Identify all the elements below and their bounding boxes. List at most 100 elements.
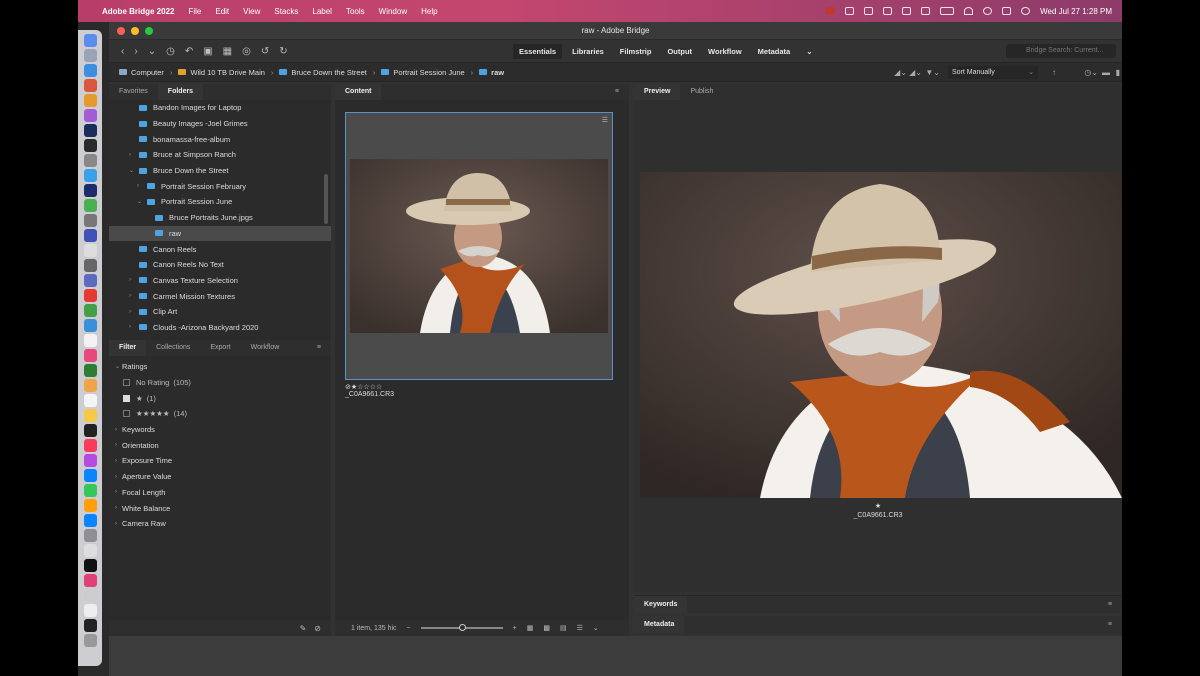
siri-icon[interactable] [1021, 7, 1031, 15]
folder-row[interactable]: Canon Reels [109, 241, 331, 257]
app-icon[interactable] [83, 214, 97, 227]
back-icon[interactable]: ‹ [121, 46, 124, 57]
tab-collections[interactable]: Collections [146, 340, 200, 356]
folder-row[interactable]: › Canvas Texture Selection [109, 273, 331, 289]
chevron-down-icon[interactable]: ⌄ [800, 44, 818, 59]
filter-group[interactable]: › Aperture Value [109, 469, 331, 485]
tab-publish[interactable]: Publish [680, 84, 723, 100]
rating-checkbox[interactable] [123, 379, 130, 387]
app-icon[interactable] [83, 559, 97, 572]
app-icon[interactable] [83, 364, 97, 377]
app-icon[interactable] [83, 589, 97, 602]
tab-export[interactable]: Export [200, 340, 240, 356]
app-icon[interactable] [83, 79, 97, 92]
delete-icon[interactable]: ▮ [1116, 68, 1120, 77]
bluetooth-icon[interactable] [921, 7, 931, 15]
rating-checkbox[interactable] [123, 394, 130, 402]
tab-metadata[interactable]: Metadata [634, 616, 685, 633]
safari-icon[interactable] [83, 64, 97, 77]
app-icon[interactable] [83, 349, 97, 362]
sort-dropdown[interactable]: Sort Manually ⌄ [948, 66, 1038, 79]
tab-favorites[interactable]: Favorites [109, 84, 158, 100]
return-icon[interactable]: ↶ [185, 46, 193, 57]
app-icon[interactable] [83, 229, 97, 242]
folder-row[interactable]: › Portrait Session February [109, 178, 331, 194]
ascending-icon[interactable]: ↑ [1052, 68, 1056, 77]
folder-row[interactable]: Bandon Images for Laptop [109, 100, 331, 116]
recent-icon[interactable]: ◷ [166, 46, 175, 57]
grid-lock-icon[interactable]: ▦ [527, 624, 534, 632]
filter-group[interactable]: › Camera Raw [109, 516, 331, 532]
forward-icon[interactable]: › [134, 46, 137, 57]
folder-row[interactable]: Bruce Portraits June.jpgs [109, 210, 331, 226]
display-icon[interactable] [883, 7, 893, 15]
app-icon[interactable] [83, 469, 97, 482]
rating-filter-row[interactable]: ★ (1) [109, 390, 331, 406]
app-icon[interactable] [83, 379, 97, 392]
folder-row[interactable]: bonamassa-free-album [109, 131, 331, 147]
preview-star[interactable]: ★ [634, 502, 1122, 510]
rating-checkbox[interactable] [123, 410, 130, 418]
rotate-right-icon[interactable]: ↻ [279, 46, 287, 57]
workspace-output[interactable]: Output [661, 44, 698, 59]
calendar-icon[interactable] [83, 334, 97, 347]
camera-icon[interactable]: ▣ [203, 46, 212, 57]
podcasts-icon[interactable] [83, 454, 97, 467]
workspace-metadata[interactable]: Metadata [752, 44, 797, 59]
settings-icon[interactable] [83, 529, 97, 542]
app-store-icon[interactable] [83, 514, 97, 527]
rating-stars[interactable]: ⊘★☆☆☆☆ [345, 383, 394, 391]
finder-icon[interactable] [83, 34, 97, 47]
thumbnails-view-icon[interactable]: ▩ [543, 624, 550, 632]
filter-icon[interactable]: ▼⌄ [925, 68, 940, 77]
creative-cloud-icon[interactable] [845, 7, 855, 15]
bridge-icon[interactable] [83, 139, 97, 152]
pin-icon[interactable]: ✎ [300, 624, 307, 633]
slider-handle[interactable] [458, 624, 466, 631]
folder-row[interactable]: › Clouds -Arizona Backyard 2020 [109, 320, 331, 336]
app-icon[interactable] [83, 109, 97, 122]
search-icon[interactable] [983, 7, 993, 15]
open-recent-icon[interactable]: ◷⌄ [1084, 68, 1098, 77]
chevron-right-icon[interactable]: › [129, 152, 137, 158]
filter-group[interactable]: › White Balance [109, 500, 331, 516]
menu-label[interactable]: Label [312, 7, 332, 16]
app-icon[interactable] [83, 289, 97, 302]
folder-row[interactable]: ⌄ Portrait Session June [109, 194, 331, 210]
wifi-icon[interactable] [964, 7, 974, 15]
menu-edit[interactable]: Edit [215, 7, 229, 16]
menu-stacks[interactable]: Stacks [274, 7, 298, 16]
folder-row[interactable]: ⌄ Bruce Down the Street [109, 163, 331, 179]
filter-group[interactable]: › Exposure Time [109, 453, 331, 469]
chevron-right-icon[interactable]: › [129, 277, 137, 283]
rating-filter-row[interactable]: ★★★★★ (14) [109, 406, 331, 422]
app-icon[interactable] [83, 424, 97, 437]
chevron-down-icon[interactable]: ⌄ [137, 198, 145, 205]
folder-row[interactable]: › Bruce at Simpson Ranch [109, 147, 331, 163]
dropbox-icon[interactable] [864, 7, 874, 15]
panel-menu-icon[interactable]: ≡ [1098, 616, 1122, 633]
crumb-portrait-session-june[interactable]: Portrait Session June [381, 68, 465, 77]
control-center-icon[interactable] [1002, 7, 1012, 15]
trash-icon[interactable] [83, 634, 97, 647]
app-icon[interactable] [83, 499, 97, 512]
notes-icon[interactable] [83, 409, 97, 422]
tab-keywords[interactable]: Keywords [634, 596, 688, 613]
app-icon[interactable] [83, 154, 97, 167]
app-menu-name[interactable]: Adobe Bridge 2022 [102, 7, 174, 16]
chevron-right-icon[interactable]: › [129, 324, 137, 330]
battery-icon[interactable] [940, 7, 955, 15]
chevron-right-icon[interactable]: › [129, 293, 137, 299]
app-icon[interactable] [83, 184, 97, 197]
filter-ratings[interactable]: ⌄ Ratings [109, 359, 331, 375]
menu-view[interactable]: View [243, 7, 260, 16]
folder-row[interactable]: raw [109, 225, 331, 242]
panel-menu-icon[interactable]: ≡ [307, 340, 331, 356]
photoshop-icon[interactable] [83, 124, 97, 137]
crumb-raw[interactable]: raw [479, 68, 504, 77]
rating-filter-row[interactable]: No Rating (105) [109, 375, 331, 391]
app-icon[interactable] [83, 199, 97, 212]
thumbnail-size-slider[interactable] [420, 624, 503, 631]
scrollbar[interactable] [324, 174, 328, 224]
workspace-essentials[interactable]: Essentials [513, 43, 563, 59]
